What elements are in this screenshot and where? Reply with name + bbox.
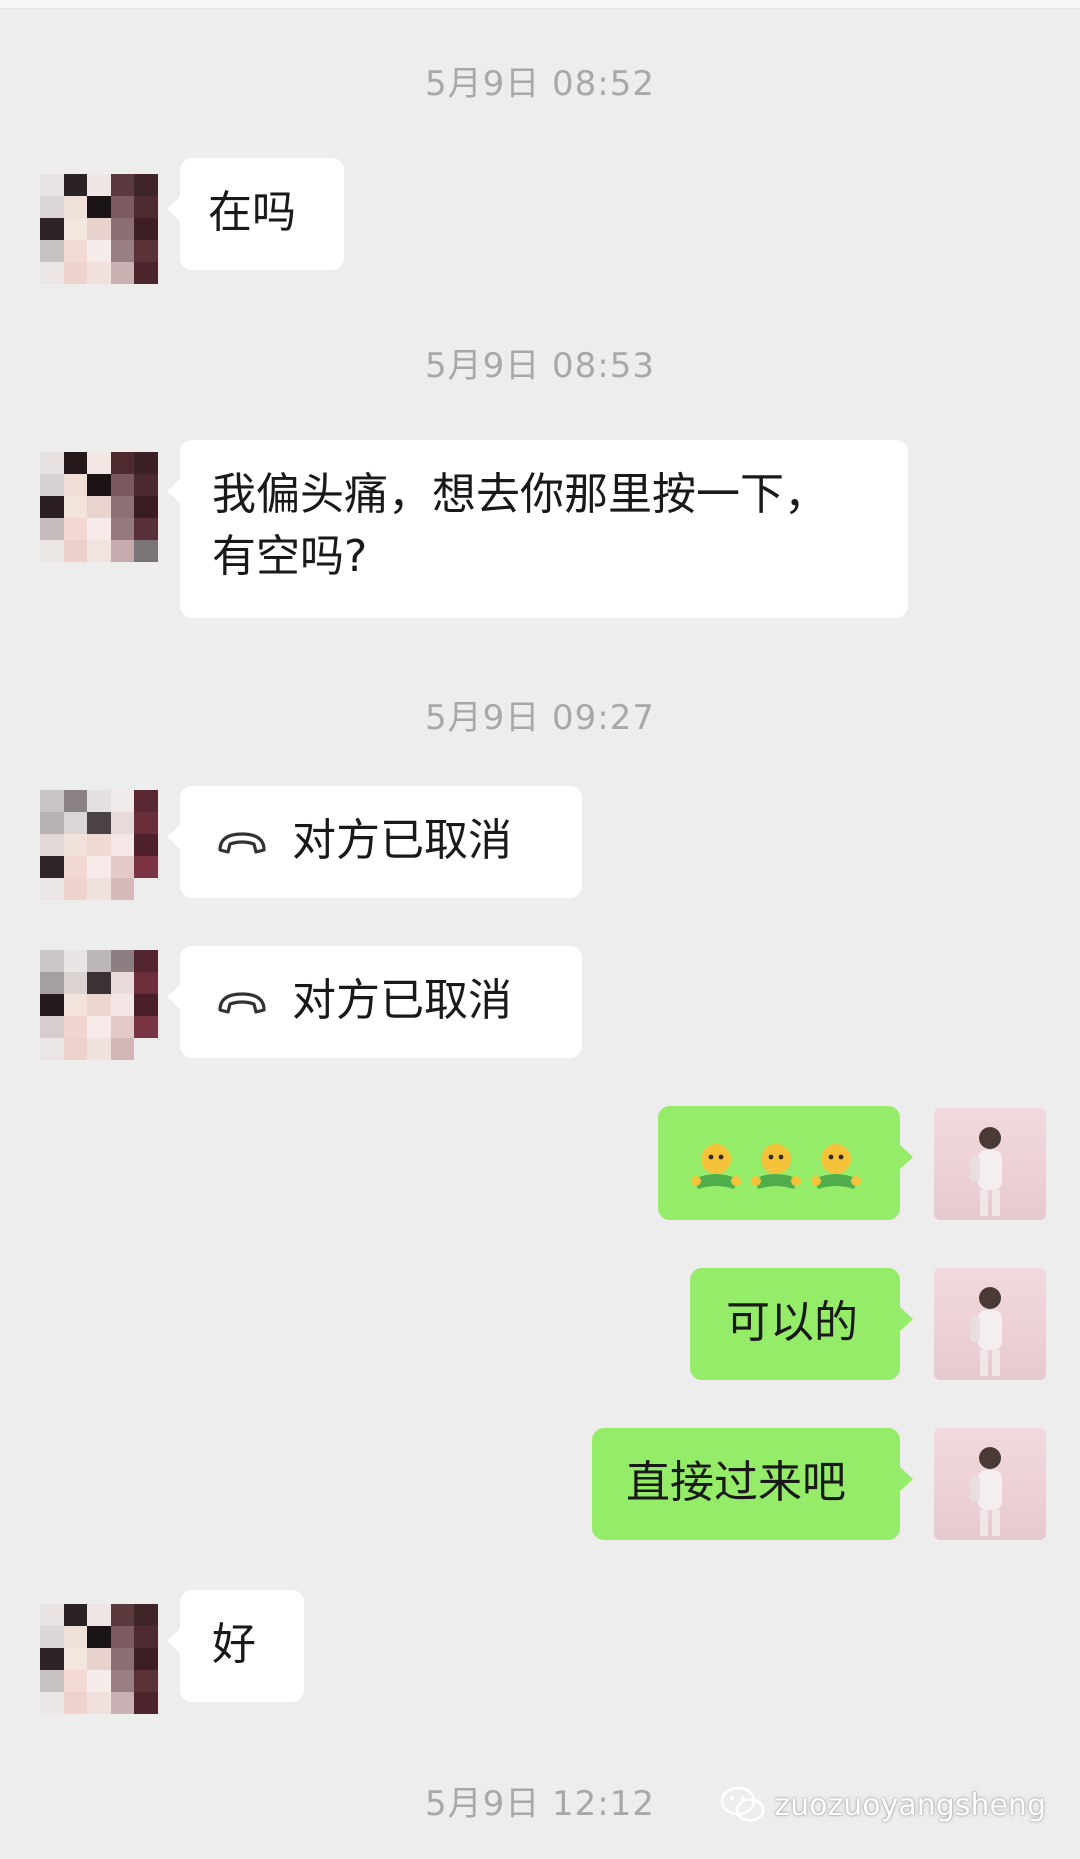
message-text: 在吗 bbox=[208, 187, 296, 238]
emoji-row bbox=[688, 1134, 870, 1196]
incoming-message[interactable]: 好 bbox=[167, 1590, 304, 1702]
watermark-text: zuozuoyangsheng bbox=[774, 1787, 1046, 1823]
timestamp: 5月9日 08:52 bbox=[424, 64, 656, 104]
hug-emoji-icon bbox=[691, 1144, 741, 1189]
call-status-text: 对方已取消 bbox=[292, 815, 512, 866]
message-text: 直接过来吧 bbox=[626, 1457, 846, 1508]
person-photo-icon bbox=[970, 1447, 1002, 1536]
message-text-line-2: 有空吗? bbox=[212, 531, 368, 582]
contact-avatar[interactable] bbox=[40, 790, 158, 900]
contact-avatar[interactable] bbox=[40, 452, 158, 562]
timestamp: 5月9日 09:27 bbox=[424, 698, 656, 738]
incoming-message[interactable]: 我偏头痛，想去你那里按一下， 有空吗? bbox=[167, 440, 908, 618]
self-avatar[interactable] bbox=[934, 1428, 1046, 1540]
watermark: zuozuoyangsheng bbox=[720, 1785, 1046, 1825]
person-photo-icon bbox=[970, 1287, 1002, 1376]
contact-avatar[interactable] bbox=[40, 1604, 158, 1714]
incoming-message[interactable]: 在吗 bbox=[167, 158, 344, 270]
timestamp: 5月9日 08:53 bbox=[424, 346, 656, 386]
canceled-call-message[interactable]: 对方已取消 bbox=[167, 786, 582, 898]
wechat-icon bbox=[721, 1786, 765, 1822]
hang-up-phone-icon bbox=[218, 832, 266, 854]
message-text: 好 bbox=[212, 1619, 256, 1670]
hug-emoji-icon bbox=[751, 1144, 801, 1189]
contact-avatar[interactable] bbox=[40, 950, 158, 1060]
call-row: 对方已取消 bbox=[214, 970, 548, 1032]
message-text: 可以的 bbox=[726, 1297, 858, 1348]
chat-window: 5月9日 08:52 在吗 5月9日 08:53 我偏头痛，想去你那里按一下， … bbox=[0, 0, 1080, 1859]
message-text-line-1: 我偏头痛，想去你那里按一下， bbox=[212, 469, 828, 520]
outgoing-message[interactable]: 直接过来吧 bbox=[592, 1428, 913, 1540]
call-row: 对方已取消 bbox=[214, 810, 548, 872]
call-status-text: 对方已取消 bbox=[292, 975, 512, 1026]
person-photo-icon bbox=[970, 1127, 1002, 1216]
self-avatar[interactable] bbox=[934, 1108, 1046, 1220]
self-avatar[interactable] bbox=[934, 1268, 1046, 1380]
outgoing-message[interactable]: 可以的 bbox=[690, 1268, 913, 1380]
top-divider bbox=[0, 0, 1080, 9]
contact-avatar[interactable] bbox=[40, 174, 158, 284]
hug-emoji-icon bbox=[811, 1144, 861, 1189]
canceled-call-message[interactable]: 对方已取消 bbox=[167, 946, 582, 1058]
hang-up-phone-icon bbox=[218, 992, 266, 1014]
outgoing-emoji-message[interactable] bbox=[658, 1106, 913, 1220]
